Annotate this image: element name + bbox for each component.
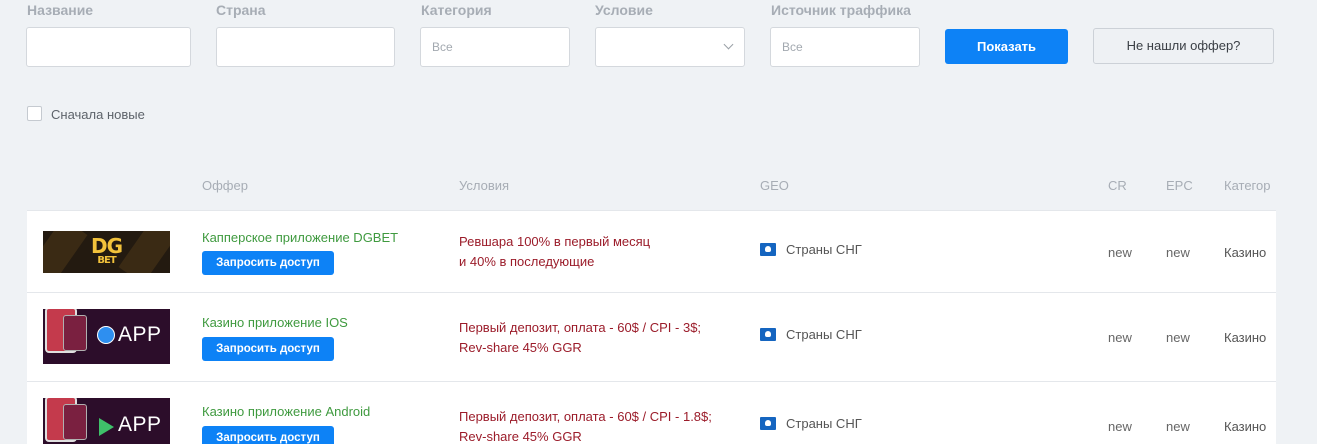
conditions-line: Первый депозит, оплата - 60$ / CPI - 1.8…	[459, 409, 712, 424]
header-category: Категор	[1224, 178, 1271, 193]
google-play-icon	[99, 418, 114, 436]
category-filter-placeholder: Все	[432, 40, 453, 54]
category-filter-label: Категория	[421, 2, 492, 18]
header-cr: CR	[1108, 178, 1127, 193]
conditions-line: и 40% в последующие	[459, 254, 595, 269]
cr-value: new	[1108, 245, 1132, 260]
category-value: Казино	[1224, 419, 1267, 434]
newest-first-checkbox[interactable]	[27, 106, 42, 121]
name-filter-input[interactable]	[26, 27, 191, 67]
traffic-source-filter-label: Источник траффика	[771, 2, 911, 18]
traffic-source-filter-input[interactable]: Все	[770, 27, 920, 67]
offer-name-link[interactable]: Капперское приложение DGBET	[202, 230, 398, 245]
offer-logo: DG BET	[43, 231, 170, 273]
epc-value: new	[1166, 419, 1190, 434]
geo-value: Страны СНГ	[786, 416, 862, 431]
header-offer: Оффер	[202, 178, 248, 193]
chevron-down-icon	[723, 39, 734, 50]
geo-flag-icon	[760, 417, 776, 430]
offer-name-link[interactable]: Казино приложение Android	[202, 404, 370, 419]
app-logo-text: APP	[118, 413, 162, 436]
table-row: APP Казино приложение Android Запросить …	[27, 382, 1276, 444]
category-value: Казино	[1224, 330, 1267, 345]
geo-flag-icon	[760, 243, 776, 256]
offer-name-link[interactable]: Казино приложение IOS	[202, 315, 348, 330]
header-conditions: Условия	[459, 178, 510, 193]
app-store-icon	[97, 326, 115, 344]
conditions-line: Rev-share 45% GGR	[459, 429, 582, 444]
geo-flag-icon	[760, 328, 776, 341]
category-filter-input[interactable]: Все	[420, 27, 570, 67]
app-logo-text: APP	[118, 323, 162, 346]
conditions-line: Ревшара 100% в первый месяц	[459, 234, 651, 249]
show-button[interactable]: Показать	[945, 29, 1068, 64]
offer-conditions: Первый депозит, оплата - 60$ / CPI - 3$;…	[459, 318, 701, 358]
request-access-button[interactable]: Запросить доступ	[202, 426, 334, 444]
cr-value: new	[1108, 330, 1132, 345]
table-row: APP Казино приложение IOS Запросить дост…	[27, 293, 1276, 382]
request-access-button[interactable]: Запросить доступ	[202, 251, 334, 275]
header-epc: EPC	[1166, 178, 1193, 193]
conditions-line: Первый депозит, оплата - 60$ / CPI - 3$;	[459, 320, 702, 335]
condition-filter-label: Условие	[595, 2, 653, 18]
epc-value: new	[1166, 330, 1190, 345]
table-row: DG BET Капперское приложение DGBET Запро…	[27, 210, 1276, 293]
offer-logo: APP	[43, 309, 170, 364]
name-filter-label: Название	[27, 2, 94, 18]
country-filter-input[interactable]	[216, 27, 395, 67]
country-filter-label: Страна	[216, 2, 266, 18]
condition-select[interactable]	[595, 27, 745, 67]
offer-conditions: Первый депозит, оплата - 60$ / CPI - 1.8…	[459, 407, 712, 444]
offer-not-found-button[interactable]: Не нашли оффер?	[1093, 28, 1274, 64]
cr-value: new	[1108, 419, 1132, 434]
conditions-line: Rev-share 45% GGR	[459, 340, 582, 355]
traffic-source-placeholder: Все	[782, 40, 803, 54]
offer-conditions: Ревшара 100% в первый месяц и 40% в посл…	[459, 232, 650, 272]
newest-first-label: Сначала новые	[51, 107, 145, 122]
header-geo: GEO	[760, 178, 789, 193]
geo-value: Страны СНГ	[786, 242, 862, 257]
geo-value: Страны СНГ	[786, 327, 862, 342]
epc-value: new	[1166, 245, 1190, 260]
category-value: Казино	[1224, 245, 1267, 260]
offer-logo: APP	[43, 398, 170, 444]
request-access-button[interactable]: Запросить доступ	[202, 337, 334, 361]
